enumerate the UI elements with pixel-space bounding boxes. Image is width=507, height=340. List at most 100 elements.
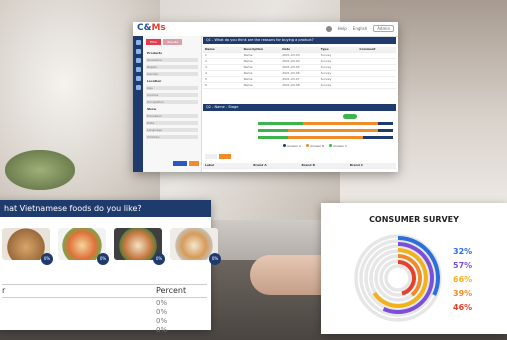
- filter-row[interactable]: Questions: [146, 58, 198, 62]
- column-header[interactable]: Comment: [357, 47, 396, 52]
- food-poll-card: hat Vietnamese foods do you like? 0% 0% …: [0, 200, 221, 334]
- settings-icon[interactable]: [325, 25, 332, 32]
- chart-legend: Answer A Answer B Answer C: [283, 144, 347, 148]
- filter-row[interactable]: Education: [146, 114, 198, 118]
- percent-label: 32%: [453, 247, 473, 256]
- table-cell: [357, 59, 396, 64]
- column-header[interactable]: Type: [319, 47, 358, 52]
- table-cell: 4: [205, 71, 207, 75]
- tab-results[interactable]: Results: [163, 39, 183, 45]
- table-cell: 2021-03-08: [282, 83, 300, 87]
- apply-button[interactable]: [173, 161, 187, 166]
- table-cell: 6: [205, 83, 207, 87]
- table-cell: Survey: [320, 77, 332, 81]
- filter-row[interactable]: Income: [146, 93, 198, 97]
- table-cell: [357, 77, 396, 82]
- table-cell: 1: [205, 53, 207, 57]
- percent-cell: 0%: [156, 299, 168, 307]
- table-cell: [357, 71, 396, 76]
- nav-icon-users[interactable]: [135, 67, 141, 72]
- nav-icon-survey[interactable]: [135, 49, 141, 54]
- table-cell: [348, 169, 396, 172]
- table-cell: [300, 169, 348, 172]
- filter-row[interactable]: Gender: [146, 72, 198, 76]
- nav-icon-chart[interactable]: [135, 58, 141, 63]
- filter-row[interactable]: Region: [146, 65, 198, 69]
- bar-row: [258, 136, 393, 139]
- consumer-survey-card: CONSUMER SURVEY 32% 57% 66% 39% 46%: [321, 203, 507, 334]
- poll-table-header: r Percent: [2, 284, 207, 298]
- legend-label: Answer C: [333, 144, 348, 148]
- percent-cell: 0%: [156, 317, 168, 325]
- column-header[interactable]: Name: [203, 47, 242, 52]
- column-header[interactable]: Date: [280, 47, 319, 52]
- column-header[interactable]: Description: [242, 47, 281, 52]
- food-option-image[interactable]: 0%: [2, 228, 53, 265]
- filter-row[interactable]: Occupation: [146, 100, 198, 104]
- question-header: Q1 - What do you think are the reasons f…: [203, 37, 396, 44]
- vote-badge: 0%: [97, 253, 109, 265]
- table-cell: 2021-03-06: [282, 71, 300, 75]
- filter-row: Show: [147, 107, 157, 111]
- percent-cell: 0%: [156, 308, 168, 316]
- table-cell: Survey: [320, 83, 332, 87]
- nav-icon-settings[interactable]: [135, 85, 141, 90]
- filter-panel: Filter Results Products Questions Region…: [143, 36, 202, 172]
- column-header[interactable]: Brand B: [300, 163, 348, 168]
- tab-filter[interactable]: Filter: [146, 39, 162, 45]
- nav-rail: [133, 36, 143, 172]
- column-header[interactable]: Label: [203, 163, 251, 168]
- app-logo[interactable]: C&Ms: [137, 23, 166, 33]
- table-cell: 5: [205, 77, 207, 81]
- percent-cell: 0%: [156, 326, 168, 334]
- food-option-image[interactable]: 0%: [170, 228, 221, 265]
- header-actions: Help English Admin: [325, 25, 394, 32]
- filter-row[interactable]: Children: [146, 135, 198, 139]
- column-header[interactable]: Brand A: [251, 163, 299, 168]
- filter-row[interactable]: Language: [146, 128, 198, 132]
- table-cell: Name: [243, 59, 253, 63]
- user-menu[interactable]: Admin: [373, 25, 394, 32]
- table-cell: Name: [243, 65, 253, 69]
- table-cell: Survey: [320, 65, 332, 69]
- reset-button[interactable]: [189, 161, 199, 166]
- nav-icon-report[interactable]: [135, 76, 141, 81]
- table-cell: 2021-03-07: [282, 77, 300, 81]
- table-cell: [203, 169, 251, 172]
- chart-toggle[interactable]: [343, 114, 357, 119]
- food-options: 0% 0% 0% 0%: [2, 228, 221, 265]
- table-cell: Name: [243, 83, 253, 87]
- help-link[interactable]: Help: [338, 26, 347, 31]
- next-button[interactable]: [219, 154, 231, 159]
- nav-icon-home[interactable]: [135, 40, 141, 45]
- survey-title: CONSUMER SURVEY: [369, 215, 459, 224]
- bar-row: [258, 129, 393, 132]
- survey-app-window: C&Ms Help English Admin Filter Results P…: [133, 22, 398, 172]
- column-header[interactable]: Brand C: [348, 163, 396, 168]
- table-cell: [251, 169, 299, 172]
- filter-row[interactable]: Age: [146, 86, 198, 90]
- prev-button[interactable]: [205, 154, 217, 159]
- language-select[interactable]: English: [353, 26, 367, 31]
- legend-label: Answer A: [287, 144, 302, 148]
- vote-badge: 0%: [153, 253, 165, 265]
- plant: [5, 150, 75, 190]
- filter-row[interactable]: Date: [146, 121, 198, 125]
- legend-label: Answer B: [310, 144, 325, 148]
- food-option-image[interactable]: 0%: [114, 228, 165, 265]
- table-cell: 2021-03-04: [282, 59, 300, 63]
- food-option-image[interactable]: 0%: [58, 228, 109, 265]
- table-cell: [357, 65, 396, 70]
- table-cell: Survey: [320, 59, 332, 63]
- table-cell: Name: [243, 77, 253, 81]
- table-row[interactable]: 6 Name 2021-03-08 Survey: [203, 83, 396, 89]
- bar-row: [258, 122, 393, 125]
- filter-row: Location: [147, 79, 162, 83]
- table-row[interactable]: [203, 169, 396, 172]
- app-header: C&Ms Help English Admin: [133, 22, 398, 37]
- percent-label: 66%: [453, 275, 473, 284]
- percent-label: 39%: [453, 289, 473, 298]
- table-cell: Name: [243, 53, 253, 57]
- radial-bar-chart: [354, 234, 442, 322]
- brand-table: Label Brand A Brand B Brand C: [203, 163, 396, 172]
